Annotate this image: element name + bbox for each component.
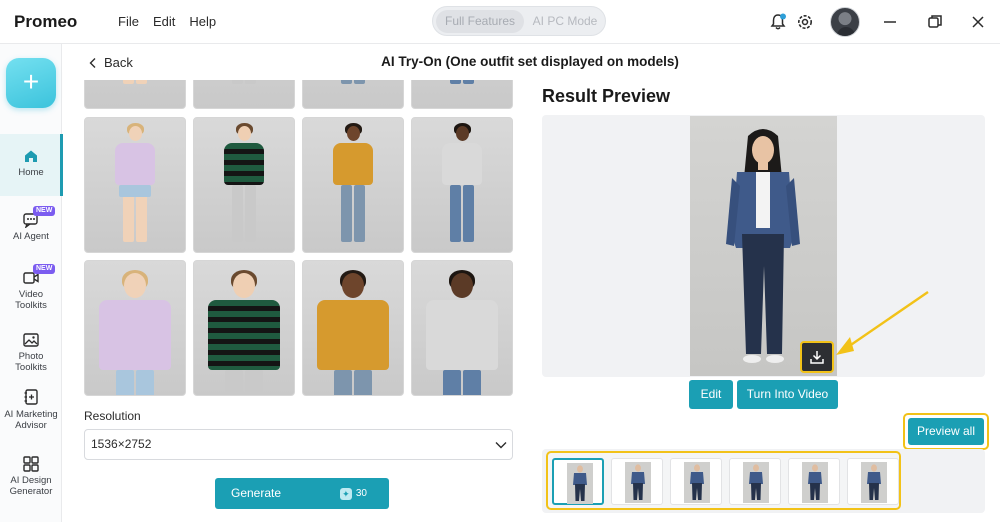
model-figure bbox=[426, 261, 498, 395]
sidebar-item-ai-design-generator[interactable]: AI Design Generator bbox=[0, 456, 62, 497]
sidebar-item-label: Video Toolkits bbox=[15, 289, 47, 311]
result-thumbnail-image bbox=[802, 462, 828, 503]
callout-arrow-icon bbox=[836, 291, 929, 355]
marketing-icon bbox=[24, 389, 38, 405]
new-project-button[interactable]: + bbox=[6, 58, 56, 108]
result-thumbnail[interactable] bbox=[847, 458, 899, 505]
model-thumbnail[interactable] bbox=[411, 80, 513, 109]
home-icon bbox=[25, 150, 37, 162]
notification-bell-icon[interactable] bbox=[768, 12, 788, 32]
restore-window-icon[interactable] bbox=[925, 12, 945, 32]
chevron-down-icon bbox=[495, 442, 507, 449]
sidebar-item-label: Photo Toolkits bbox=[15, 351, 47, 373]
resolution-value: 1536×2752 bbox=[91, 437, 152, 451]
sidebar-item-ai-agent[interactable]: NEW AI Agent bbox=[0, 206, 62, 242]
menu-help[interactable]: Help bbox=[189, 14, 216, 29]
result-thumbnail[interactable] bbox=[552, 458, 604, 505]
result-preview-title: Result Preview bbox=[542, 86, 671, 106]
result-thumbnail-image bbox=[861, 462, 887, 503]
model-figure bbox=[115, 80, 155, 108]
download-button[interactable] bbox=[800, 341, 834, 373]
close-icon[interactable] bbox=[968, 12, 988, 32]
resolution-select[interactable]: 1536×2752 bbox=[84, 429, 513, 460]
model-thumbnail[interactable] bbox=[411, 117, 513, 253]
resolution-label: Resolution bbox=[84, 409, 141, 423]
mode-ai-pc[interactable]: AI PC Mode bbox=[527, 10, 603, 33]
download-icon bbox=[810, 351, 824, 364]
result-thumbnail-image bbox=[567, 463, 593, 504]
sidebar-item-label: AI Marketing Advisor bbox=[4, 409, 58, 431]
mode-toggle[interactable]: Full Features AI PC Mode bbox=[432, 6, 606, 36]
menu-edit[interactable]: Edit bbox=[153, 14, 175, 29]
model-figure bbox=[224, 80, 264, 108]
settings-gear-icon[interactable] bbox=[795, 12, 815, 32]
photo-icon bbox=[23, 333, 39, 347]
model-figure bbox=[115, 118, 155, 252]
model-figure bbox=[99, 261, 171, 395]
result-image[interactable] bbox=[690, 116, 837, 376]
sidebar-item-home[interactable]: Home bbox=[0, 134, 63, 196]
generate-button[interactable]: Generate ✦ 30 bbox=[215, 478, 389, 509]
new-badge: NEW bbox=[33, 264, 56, 274]
credit-cost-value: 30 bbox=[355, 488, 367, 499]
model-figure bbox=[333, 118, 373, 252]
back-button[interactable]: Back bbox=[88, 55, 133, 70]
preview-all-button[interactable]: Preview all bbox=[908, 418, 984, 445]
sidebar-item-photo-toolkits[interactable]: Photo Toolkits bbox=[0, 332, 62, 373]
model-figure bbox=[317, 261, 389, 395]
result-thumbnail-image bbox=[684, 462, 710, 503]
result-thumbnail-image bbox=[625, 462, 651, 503]
sidebar-item-label: AI Design Generator bbox=[9, 475, 53, 497]
model-figure bbox=[442, 118, 482, 252]
chevron-left-icon bbox=[89, 57, 96, 68]
model-thumbnail[interactable] bbox=[302, 260, 404, 396]
design-grid-icon bbox=[23, 456, 39, 472]
menu-file[interactable]: File bbox=[118, 14, 139, 29]
generate-label: Generate bbox=[231, 486, 282, 500]
result-thumbnail[interactable] bbox=[729, 458, 781, 505]
model-figure bbox=[726, 129, 800, 363]
mode-full-features[interactable]: Full Features bbox=[436, 10, 524, 33]
model-thumbnail[interactable] bbox=[193, 80, 295, 109]
menu-bar: File Edit Help bbox=[118, 14, 216, 29]
title-bar: Promeo File Edit Help Full Features AI P… bbox=[0, 0, 1000, 44]
turn-into-video-button[interactable]: Turn Into Video bbox=[737, 380, 838, 409]
sidebar-item-label: Home bbox=[18, 167, 44, 178]
sidebar-item-video-toolkits[interactable]: NEW Video Toolkits bbox=[0, 264, 62, 311]
sidebar-item-ai-marketing-advisor[interactable]: AI Marketing Advisor bbox=[0, 388, 62, 431]
edit-button[interactable]: Edit bbox=[689, 380, 733, 409]
model-thumbnail[interactable] bbox=[84, 117, 186, 253]
result-thumbnail[interactable] bbox=[670, 458, 722, 505]
result-thumbnail[interactable] bbox=[611, 458, 663, 505]
plus-icon: + bbox=[22, 66, 40, 97]
model-thumbnail[interactable] bbox=[411, 260, 513, 396]
page-title: AI Try-On (One outfit set displayed on m… bbox=[381, 54, 679, 69]
preview-all-highlight: Preview all bbox=[903, 413, 989, 450]
minimize-icon[interactable] bbox=[880, 12, 900, 32]
model-figure bbox=[208, 261, 280, 395]
model-thumbnail[interactable] bbox=[84, 80, 186, 109]
model-thumbnail[interactable] bbox=[193, 117, 295, 253]
result-thumbnail-image bbox=[743, 462, 769, 503]
model-thumbnail[interactable] bbox=[302, 117, 404, 253]
model-gallery bbox=[84, 80, 514, 400]
model-thumbnail[interactable] bbox=[84, 260, 186, 396]
model-figure bbox=[224, 118, 264, 252]
model-figure bbox=[442, 80, 482, 108]
app-brand: Promeo bbox=[14, 12, 78, 31]
back-label: Back bbox=[104, 55, 133, 70]
sidebar: + Home NEW AI Agent NEW Video Toolkits P… bbox=[0, 44, 63, 522]
model-thumbnail[interactable] bbox=[302, 80, 404, 109]
new-badge: NEW bbox=[33, 206, 56, 216]
user-avatar[interactable] bbox=[830, 7, 860, 37]
credit-icon: ✦ bbox=[339, 487, 352, 500]
result-thumbnail-strip bbox=[546, 451, 901, 510]
result-thumbnail[interactable] bbox=[788, 458, 840, 505]
sidebar-item-label: AI Agent bbox=[13, 231, 49, 242]
model-figure bbox=[333, 80, 373, 108]
model-thumbnail[interactable] bbox=[193, 260, 295, 396]
credit-cost: ✦ 30 bbox=[339, 478, 367, 509]
